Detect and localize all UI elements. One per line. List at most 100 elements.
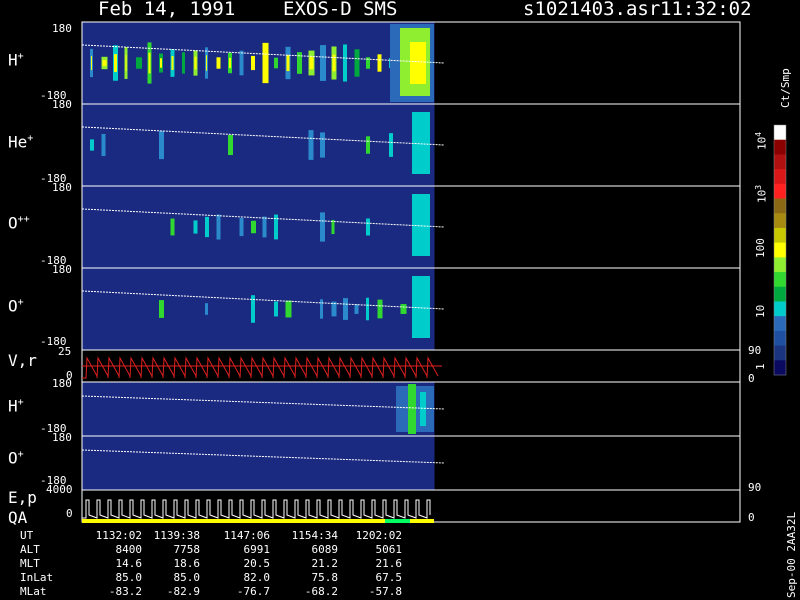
tick-right-v-r-top: 90 [748, 344, 762, 357]
tick-right-v-r-bottom: 0 [748, 372, 755, 385]
spectrogram-burst [205, 216, 209, 238]
colorbar-segment [774, 272, 786, 288]
colorbar-segment [774, 125, 786, 141]
spectrogram-burst [343, 298, 348, 320]
orbit-row-label: UT [20, 529, 34, 542]
tick-h-plus-top: 180 [52, 22, 72, 35]
spectrogram-burst [366, 136, 370, 154]
orbit-cell: 5061 [375, 543, 403, 556]
colorbar-segment [774, 286, 786, 302]
panel-label-qa: QA [8, 508, 28, 527]
panel-label-o-plus: O+ [8, 296, 24, 316]
spectrogram-burst [159, 300, 164, 318]
orbit-cell: 6991 [243, 543, 271, 556]
spectrogram-core [217, 60, 220, 66]
orbit-cell: -57.8 [368, 585, 402, 598]
orbit-row-label: MLT [20, 557, 40, 570]
header-mission: EXOS-D SMS [283, 0, 398, 20]
spectrogram-core [410, 42, 426, 84]
spectrogram-burst [412, 112, 430, 174]
tick-h-plus-2-top: 180 [52, 377, 72, 390]
colorbar-segment [774, 154, 786, 170]
spectrogram-burst [331, 219, 335, 235]
spectrogram-burst [262, 216, 267, 238]
colorbar-segment [774, 213, 786, 229]
spectrogram-burst [239, 217, 244, 237]
spectrogram-core [263, 52, 268, 74]
header-date: Feb 14, 1991 [98, 0, 236, 20]
spectrogram-burst [239, 50, 244, 76]
spectrogram-burst [420, 392, 426, 426]
data-region [82, 22, 435, 104]
tick-he-plus-top: 180 [52, 98, 72, 111]
orbit-cell: 21.2 [311, 557, 339, 570]
spectrogram-core [91, 55, 92, 71]
orbit-cell: 18.6 [173, 557, 201, 570]
spectrogram-burst [412, 276, 430, 338]
qa-bar [82, 519, 434, 523]
spectrogram-burst [205, 303, 208, 315]
spectrogram-burst [90, 139, 94, 151]
spectrogram-burst [366, 297, 369, 321]
orbit-cell: 14.6 [115, 557, 143, 570]
orbit-cell: 85.0 [115, 571, 143, 584]
spectrogram-core [114, 54, 117, 72]
spectrogram-burst [216, 214, 221, 240]
header-time: 11:32:02 [660, 0, 752, 20]
spectrogram-burst [136, 57, 142, 69]
spectrogram-core [194, 56, 197, 70]
colorbar-segment [774, 257, 786, 273]
spectrogram-burst [400, 304, 407, 314]
colorbar-segment [774, 345, 786, 361]
spectrogram-burst [354, 49, 360, 77]
orbit-cell: 6089 [311, 543, 339, 556]
orbit-cell: -83.2 [108, 585, 142, 598]
colorbar-tick-1: 1 [754, 363, 767, 370]
spectrogram-core [206, 55, 207, 71]
tick-v-r-top: 25 [58, 345, 72, 358]
spectrogram-burst [182, 52, 185, 74]
colorbar-segment [774, 330, 786, 347]
colorbar-tick-10: 10 [754, 304, 767, 318]
panel-label-h-plus-2: H+ [8, 396, 24, 416]
colorbar-segment [774, 242, 786, 258]
spectrogram-burst [320, 299, 323, 319]
tick-e-p-bottom: 0 [66, 507, 73, 520]
spectrogram-burst [377, 299, 383, 319]
data-region [82, 382, 435, 436]
tick-e-p-top: 4000 [46, 483, 73, 496]
spectrogram-burst [389, 133, 393, 157]
colorbar-tick-100: 100 [754, 238, 767, 258]
colorbar-segment [774, 183, 786, 200]
spectrogram-core [148, 52, 151, 74]
spectrogram-burst [274, 57, 278, 69]
spectrogram-core [286, 54, 290, 72]
orbit-cell: 8400 [115, 543, 143, 556]
spectrogram-burst [320, 45, 326, 81]
header-file: s1021403.asr [523, 0, 661, 20]
spectrogram-core [160, 58, 162, 68]
spectrogram-core [125, 55, 127, 71]
panel-label-he-plus: He+ [8, 132, 34, 152]
panel-label-o-plus-plus: O++ [8, 213, 30, 233]
colorbar-segment [774, 139, 786, 155]
colorbar-tick-10-3: 103 [754, 184, 769, 203]
spectrogram-burst [320, 132, 325, 158]
colorbar-segment [774, 169, 786, 185]
tick-o-plus-plus-top: 180 [52, 181, 72, 194]
orbit-cell: -76.7 [236, 585, 270, 598]
spectrogram-burst [354, 304, 359, 314]
spectrogram-burst [308, 130, 314, 160]
spectrogram-burst [343, 44, 347, 82]
orbit-cell: 1147:06 [223, 529, 270, 542]
panel-label-e-p: E,p [8, 488, 37, 507]
tick-o-plus-2-top: 180 [52, 431, 72, 444]
spectrogram-core [309, 56, 314, 70]
colorbar-tick-10-4: 104 [754, 131, 769, 150]
orbit-cell: 1202:02 [355, 529, 402, 542]
spectrogram-burst [377, 54, 382, 72]
panel-label-h-plus: H+ [8, 50, 24, 70]
orbit-cell: -68.2 [304, 585, 338, 598]
spectrogram-burst [285, 300, 292, 318]
spectrogram-burst [408, 384, 416, 434]
